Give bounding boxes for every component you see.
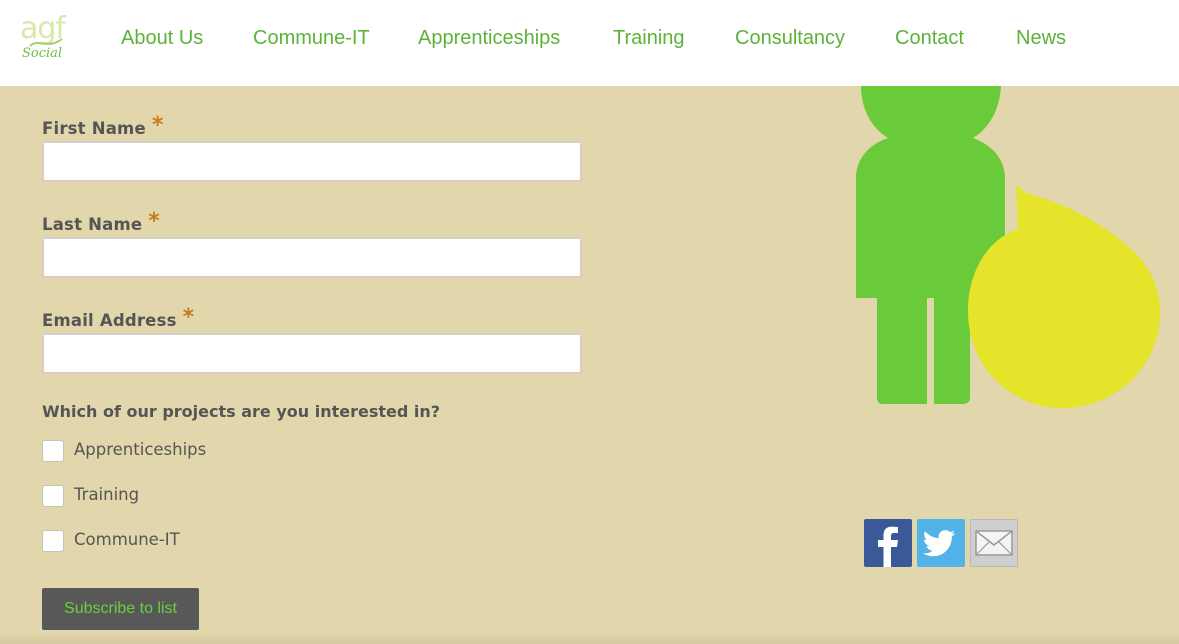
projects-question: Which of our projects are you interested… — [42, 402, 441, 421]
nav-item-apprenticeships[interactable]: Apprenticeships — [418, 27, 560, 50]
twitter-share-button[interactable] — [917, 519, 965, 567]
logo-subtitle: Social — [22, 46, 63, 61]
nav-item-training[interactable]: Training — [613, 27, 685, 50]
checkbox-training[interactable] — [42, 485, 64, 507]
email-label: Email Address * — [42, 305, 195, 332]
required-marker: * — [182, 305, 195, 330]
email-label-text: Email Address — [42, 311, 177, 330]
option-label[interactable]: Training — [74, 485, 139, 504]
email-share-button[interactable] — [970, 519, 1018, 567]
checkbox-commune-it[interactable] — [42, 530, 64, 552]
required-marker: * — [148, 209, 160, 234]
required-marker: * — [151, 113, 164, 138]
nav-item-news[interactable]: News — [1016, 27, 1066, 50]
email-icon — [975, 530, 1013, 556]
person-speech-bubble-icon — [856, 86, 1161, 408]
nav-item-commune-it[interactable]: Commune-IT — [253, 27, 370, 50]
first-name-label: First Name * — [42, 113, 164, 140]
nav-item-contact[interactable]: Contact — [895, 27, 964, 50]
first-name-label-text: First Name — [42, 119, 146, 138]
site-header: agf Social About Us Commune-IT Apprentic… — [0, 0, 1179, 86]
last-name-label-text: Last Name — [42, 215, 143, 234]
page-bottom-edge — [0, 632, 1179, 644]
checkbox-apprenticeships[interactable] — [42, 440, 64, 462]
first-name-field[interactable] — [42, 141, 582, 182]
site-logo[interactable]: agf Social — [18, 14, 74, 70]
nav-item-consultancy[interactable]: Consultancy — [735, 27, 845, 50]
facebook-icon — [878, 526, 898, 567]
facebook-share-button[interactable] — [864, 519, 912, 567]
subscribe-button[interactable]: Subscribe to list — [42, 588, 199, 630]
last-name-label: Last Name * — [42, 209, 160, 236]
option-label[interactable]: Commune-IT — [74, 530, 180, 549]
email-field[interactable] — [42, 333, 582, 374]
last-name-field[interactable] — [42, 237, 582, 278]
nav-item-about-us[interactable]: About Us — [121, 27, 203, 50]
option-label[interactable]: Apprenticeships — [74, 440, 206, 459]
twitter-icon — [922, 530, 955, 557]
